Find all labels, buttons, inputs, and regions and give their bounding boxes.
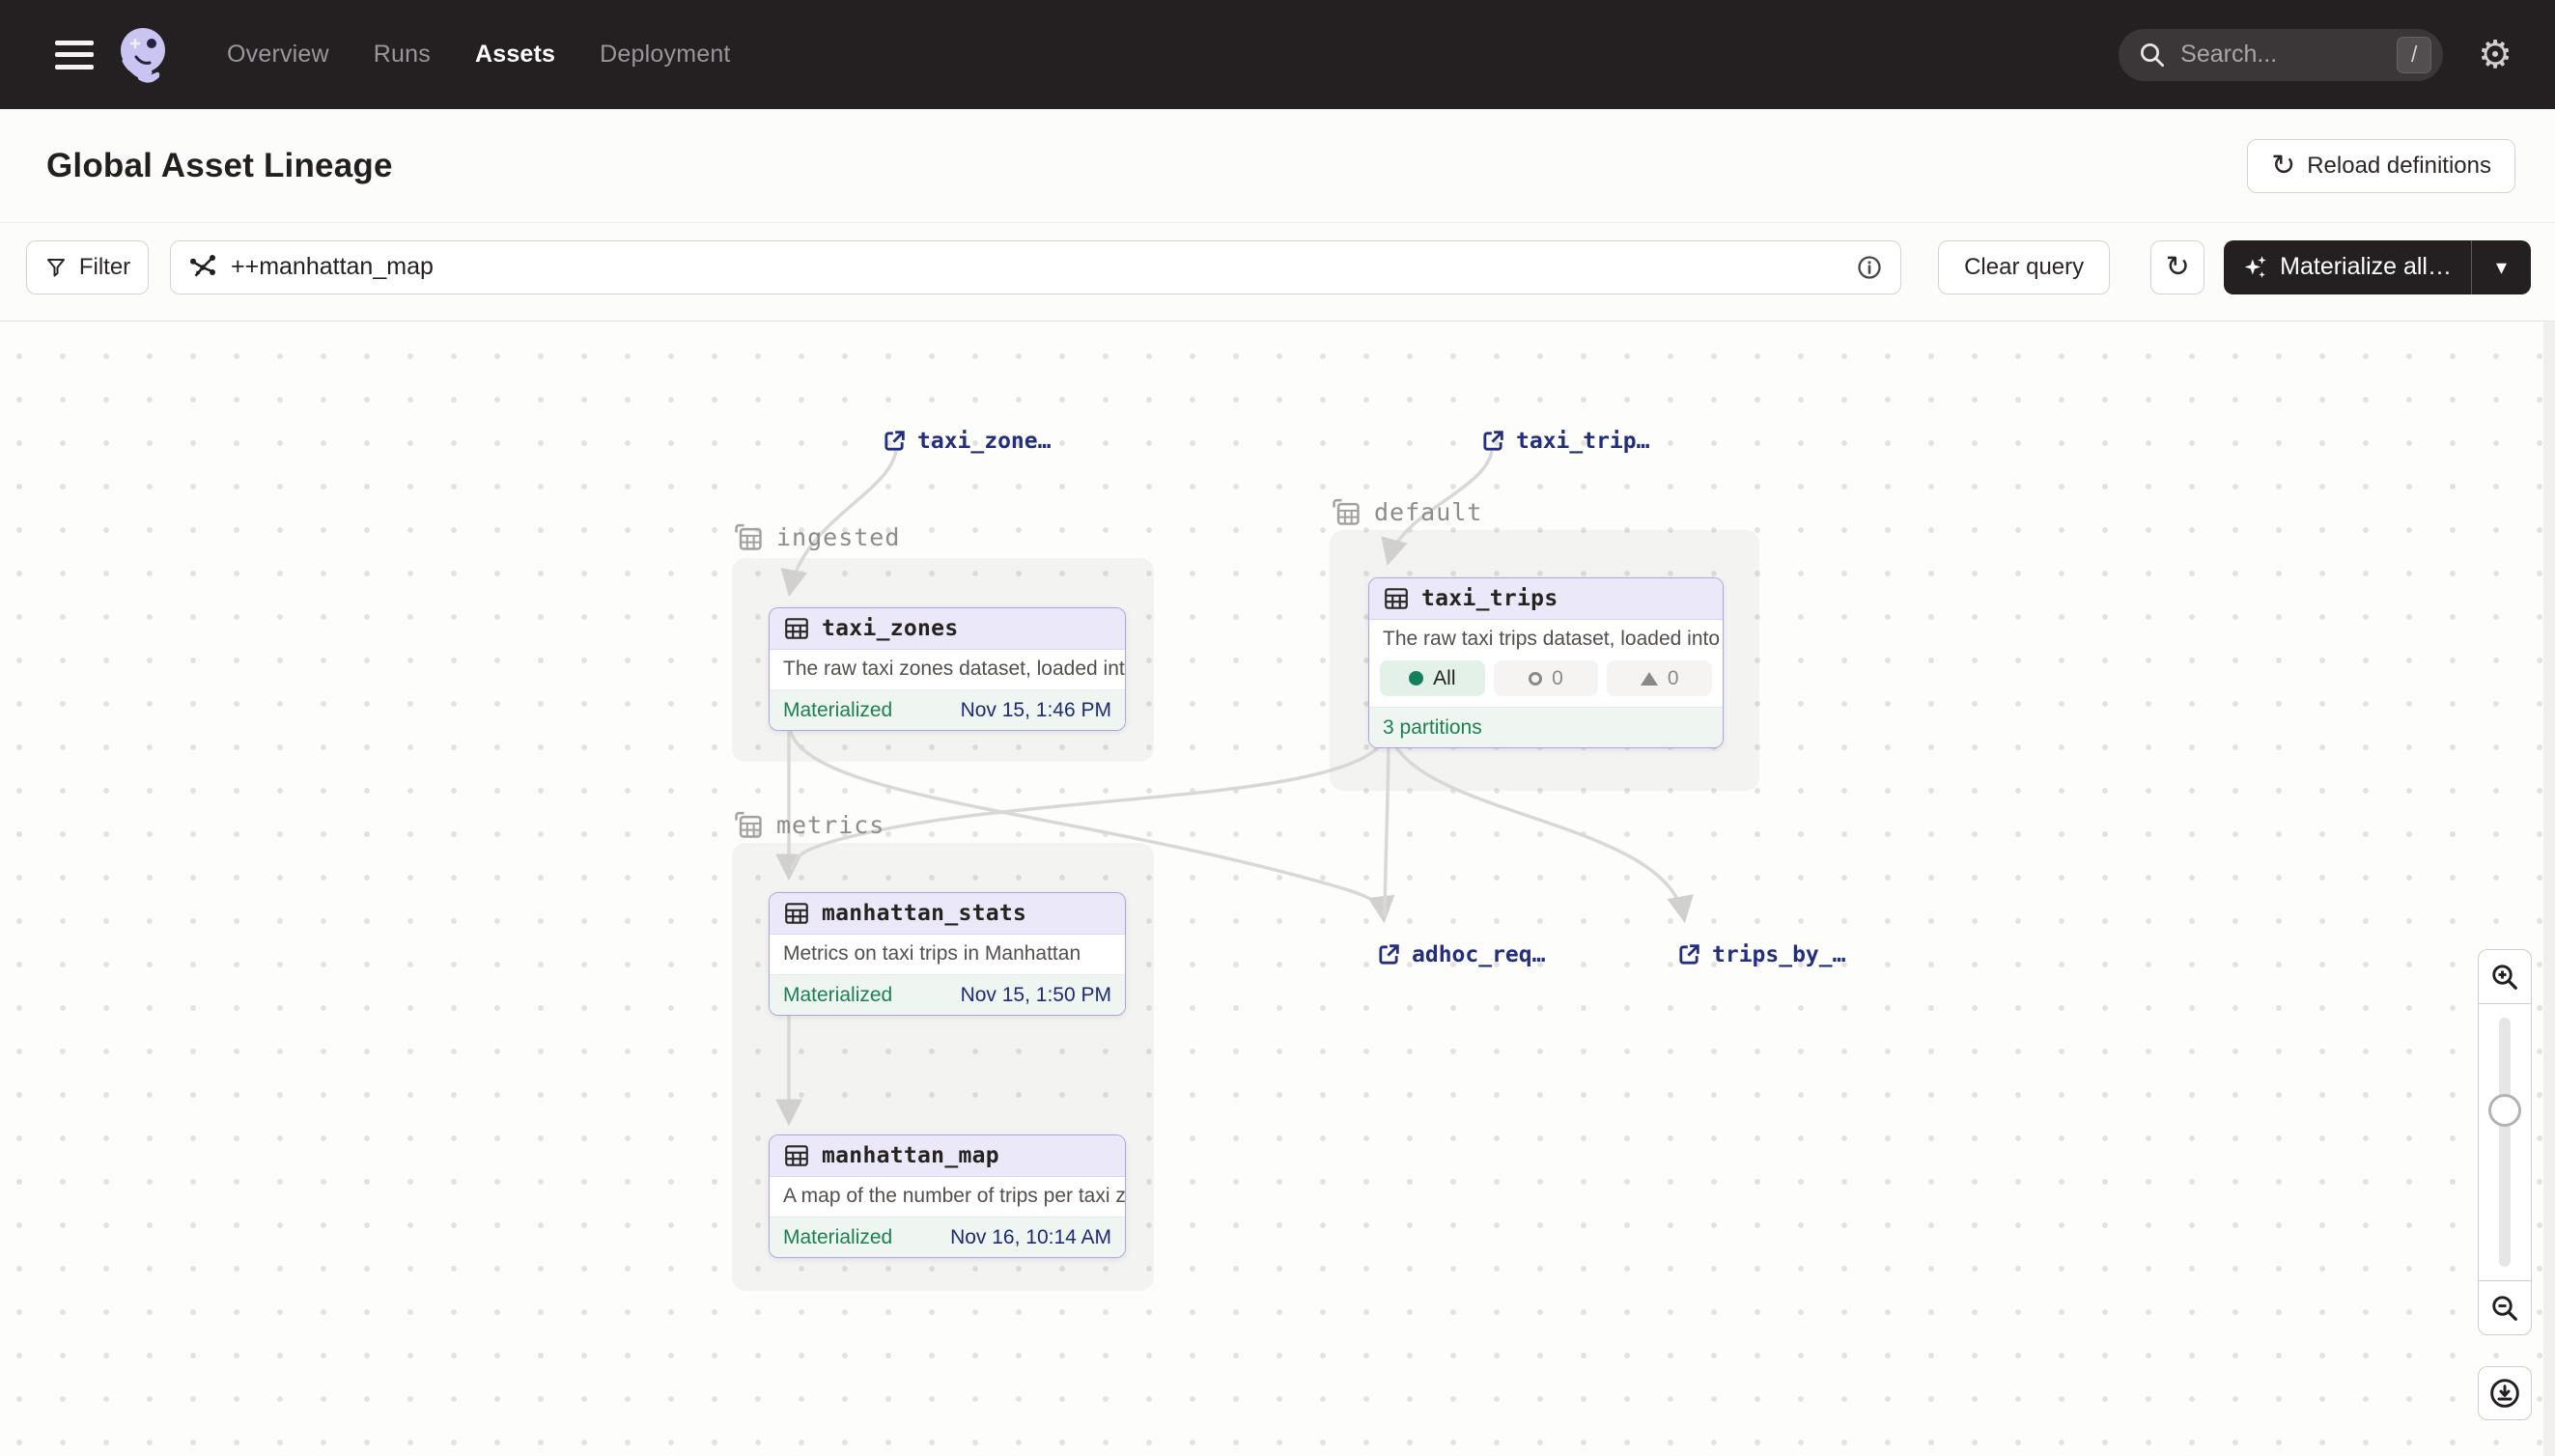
table-icon (783, 900, 810, 927)
external-asset-trips-by[interactable]: trips_by_… (1675, 939, 1845, 970)
filter-button[interactable]: Filter (26, 240, 149, 294)
refresh-query-button[interactable]: ↻ (2150, 240, 2204, 294)
partitions-success-pill[interactable]: All (1380, 660, 1485, 696)
settings-gear-icon[interactable]: ⚙ (2478, 36, 2513, 74)
asset-group-icon (732, 520, 765, 553)
download-icon (2489, 1378, 2520, 1409)
group-label-ingested[interactable]: ingested (732, 520, 900, 553)
status-badge: Materialized (783, 699, 892, 722)
search-input[interactable]: Search... / (2119, 29, 2443, 81)
zoom-slider-track[interactable] (2499, 1018, 2511, 1267)
primary-nav: Overview Runs Assets Deployment (227, 41, 731, 69)
table-icon (783, 1142, 810, 1169)
success-dot-icon (1409, 671, 1423, 686)
zoom-in-button[interactable] (2479, 950, 2531, 1003)
group-label-default[interactable]: default (1330, 495, 1482, 528)
refresh-icon: ↻ (2166, 253, 2190, 282)
graph-selector-icon (188, 253, 217, 282)
materialization-timestamp[interactable]: Nov 15, 1:50 PM (961, 984, 1111, 1007)
asset-description: The raw taxi trips dataset, loaded into … (1369, 620, 1723, 659)
partitions-missing-pill[interactable]: 0 (1494, 660, 1599, 696)
external-asset-taxi-trip[interactable]: taxi_trip… (1479, 426, 1649, 457)
zoom-controls (2478, 949, 2532, 1335)
search-icon (2138, 41, 2167, 70)
asset-query-value: ++manhattan_map (231, 253, 1856, 281)
zoom-out-icon (2490, 1294, 2519, 1323)
nav-overview[interactable]: Overview (227, 41, 329, 69)
nav-runs[interactable]: Runs (374, 41, 431, 69)
missing-ring-icon (1529, 672, 1542, 686)
external-asset-taxi-zone[interactable]: taxi_zone… (881, 426, 1051, 457)
asset-node-manhattan-stats[interactable]: manhattan_stats Metrics on taxi trips in… (769, 892, 1126, 1016)
asset-node-taxi-zones[interactable]: taxi_zones The raw taxi zones dataset, l… (769, 607, 1126, 731)
zoom-out-button[interactable] (2479, 1281, 2531, 1334)
partitions-failed-pill[interactable]: 0 (1607, 660, 1712, 696)
clear-query-button[interactable]: Clear query (1938, 240, 2110, 294)
asset-group-icon (1330, 495, 1362, 528)
asset-node-manhattan-map[interactable]: manhattan_map A map of the number of tri… (769, 1134, 1126, 1258)
materialization-timestamp[interactable]: Nov 15, 1:46 PM (961, 699, 1111, 722)
nav-deployment[interactable]: Deployment (600, 41, 730, 69)
zoom-slider-thumb[interactable] (2488, 1094, 2521, 1127)
asset-node-taxi-trips[interactable]: taxi_trips The raw taxi trips dataset, l… (1368, 577, 1724, 748)
warning-triangle-icon (1641, 672, 1658, 686)
group-label-metrics[interactable]: metrics (732, 808, 884, 841)
search-shortcut-badge: / (2397, 37, 2431, 73)
materialize-all-button[interactable]: Materialize all… ▾ (2224, 240, 2531, 294)
table-icon (1383, 585, 1410, 612)
external-link-icon (1375, 941, 1402, 968)
top-nav: Overview Runs Assets Deployment Search..… (0, 0, 2555, 109)
title-bar: Global Asset Lineage ↻ Reload definition… (0, 109, 2555, 223)
status-badge: Materialized (783, 984, 892, 1007)
asset-description: Metrics on taxi trips in Manhattan (770, 935, 1125, 974)
zoom-slider[interactable] (2479, 1003, 2531, 1281)
reload-definitions-button[interactable]: ↻ Reload definitions (2247, 139, 2515, 193)
page-title: Global Asset Lineage (46, 147, 393, 185)
zoom-in-icon (2490, 963, 2519, 992)
asset-group-icon (732, 808, 765, 841)
download-view-button[interactable] (2478, 1366, 2532, 1420)
menu-icon[interactable] (55, 41, 94, 70)
external-link-icon (1479, 428, 1506, 455)
status-badge: Materialized (783, 1226, 892, 1249)
materialization-timestamp[interactable]: Nov 16, 10:14 AM (950, 1226, 1111, 1249)
partition-health-pills: All 0 0 (1369, 659, 1723, 707)
funnel-icon (44, 256, 68, 279)
lineage-edges (0, 322, 2555, 1456)
external-asset-adhoc-req[interactable]: adhoc_req… (1375, 939, 1545, 970)
scrollbar-gutter[interactable] (2543, 322, 2555, 1456)
nav-assets[interactable]: Assets (475, 41, 555, 69)
external-link-icon (881, 428, 908, 455)
materialize-dropdown-caret[interactable]: ▾ (2471, 240, 2531, 294)
search-placeholder: Search... (2180, 41, 2397, 69)
partition-count[interactable]: 3 partitions (1383, 716, 1482, 740)
asset-description: The raw taxi zones dataset, loaded int..… (770, 650, 1125, 689)
asset-query-input[interactable]: ++manhattan_map (170, 240, 1901, 294)
dagster-logo-icon[interactable] (115, 24, 173, 86)
asset-description: A map of the number of trips per taxi z.… (770, 1177, 1125, 1217)
reload-icon: ↻ (2271, 152, 2295, 181)
info-icon[interactable] (1856, 254, 1883, 281)
lineage-toolbar: Filter ++manhattan_map Clear query ↻ Mat… (0, 223, 2555, 321)
sparkle-icon (2241, 254, 2268, 281)
lineage-canvas[interactable]: ingested default metrics taxi_zone… taxi… (0, 321, 2555, 1456)
table-icon (783, 615, 810, 642)
external-link-icon (1675, 941, 1702, 968)
